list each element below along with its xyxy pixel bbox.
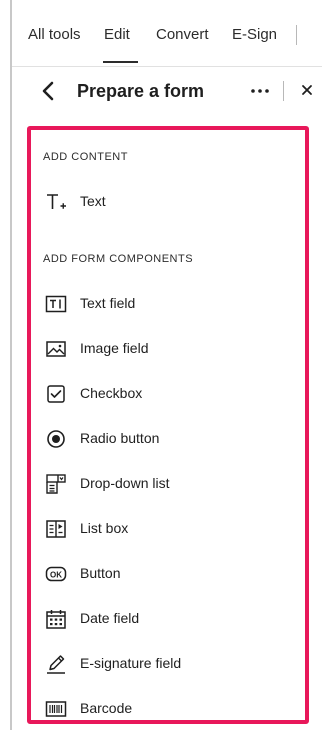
barcode-icon [45,698,67,720]
tool-text[interactable]: Text [41,187,296,217]
tool-image-field[interactable]: Image field [41,334,296,364]
text-field-icon [45,293,67,315]
tool-label: E-signature field [80,655,182,671]
tool-label: Radio button [80,430,160,446]
tab-convert[interactable]: Convert [156,26,209,43]
close-icon[interactable] [300,83,314,97]
tool-radio-button[interactable]: Radio button [41,424,296,454]
tool-label: Button [80,565,121,581]
tool-checkbox[interactable]: Checkbox [41,379,296,409]
tab-edit[interactable]: Edit [104,26,130,43]
panel-header: Prepare a form [12,66,322,118]
top-tab-bar: All tools Edit Convert E-Sign [12,0,322,67]
checkbox-icon [45,383,67,405]
tab-all-tools[interactable]: All tools [28,26,81,43]
more-options-icon[interactable] [248,81,272,101]
calendar-icon [45,608,67,630]
text-add-icon [45,191,67,213]
tool-text-field[interactable]: Text field [41,289,296,319]
prepare-form-panel: All tools Edit Convert E-Sign Prepare a … [0,0,322,730]
tab-divider [296,25,297,45]
tool-label: Text field [80,295,136,311]
tool-button[interactable]: OK Button [41,559,296,589]
section-add-content-label: ADD CONTENT [43,151,128,163]
tool-date-field[interactable]: Date field [41,604,296,634]
tab-e-sign[interactable]: E-Sign [232,26,277,43]
section-add-form-components-label: ADD FORM COMPONENTS [43,253,194,265]
panel-title: Prepare a form [77,81,205,101]
tool-e-signature-field[interactable]: E-signature field [41,649,296,679]
tool-label: Date field [80,610,140,626]
ok-button-icon: OK [45,563,67,585]
tool-label: Barcode [80,700,133,716]
tool-drop-down-list[interactable]: Drop-down list [41,469,296,499]
header-divider [283,81,284,101]
active-tab-indicator [103,61,138,63]
tool-label: Drop-down list [80,475,170,491]
signature-pen-icon [45,653,67,675]
form-tools-highlight: ADD CONTENT Text ADD FORM COMPONENTS Tex… [27,126,309,724]
list-box-icon [45,518,67,540]
svg-text:OK: OK [50,571,62,580]
tab-scroll-left-icon[interactable] [314,26,322,46]
tool-barcode[interactable]: Barcode [41,694,296,724]
back-icon[interactable] [39,79,59,103]
tool-label: Image field [80,340,149,356]
radio-button-icon [45,428,67,450]
tool-list-box[interactable]: List box [41,514,296,544]
image-field-icon [45,338,67,360]
tool-label: Text [80,193,106,209]
tool-label: Checkbox [80,385,143,401]
tool-label: List box [80,520,129,536]
dropdown-list-icon [45,473,67,495]
